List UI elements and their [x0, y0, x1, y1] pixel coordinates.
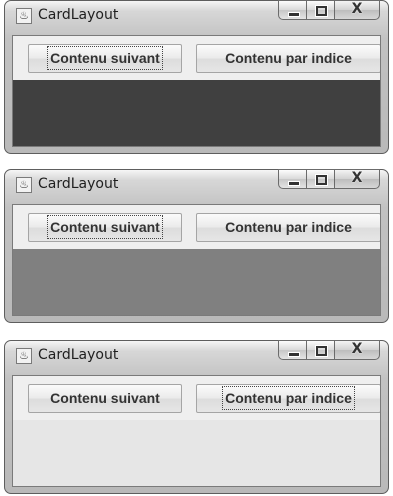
window-title: CardLayout	[38, 7, 119, 23]
next-content-button[interactable]: Contenu suivant	[28, 213, 182, 242]
maximize-icon	[316, 6, 327, 16]
content-by-index-button[interactable]: Contenu par indice	[196, 384, 380, 413]
content-by-index-button[interactable]: Contenu par indice	[196, 213, 380, 242]
next-content-button[interactable]: Contenu suivant	[28, 384, 182, 413]
cardlayout-window-1: ♨ CardLayout X Contenu suivant Contenu p…	[4, 0, 389, 154]
minimize-button[interactable]	[278, 0, 306, 20]
content-by-index-label: Contenu par indice	[222, 386, 355, 410]
window-title: CardLayout	[38, 176, 119, 192]
close-icon: X	[351, 170, 363, 186]
java-cup-icon[interactable]: ♨	[16, 177, 32, 193]
button-panel: Contenu suivant Contenu par indice	[13, 36, 380, 80]
minimize-button[interactable]	[278, 169, 306, 189]
close-button[interactable]: X	[334, 169, 380, 189]
next-content-label: Contenu suivant	[47, 46, 163, 70]
content-pane: Contenu suivant Contenu par indice	[12, 204, 381, 316]
cardlayout-window-2: ♨ CardLayout X Contenu suivant Contenu p…	[4, 169, 389, 323]
minimize-button[interactable]	[278, 340, 306, 360]
next-content-label: Contenu suivant	[50, 390, 160, 406]
maximize-button[interactable]	[306, 169, 334, 189]
next-content-button[interactable]: Contenu suivant	[28, 44, 182, 73]
maximize-button[interactable]	[306, 340, 334, 360]
caption-buttons: X	[278, 0, 380, 21]
close-button[interactable]: X	[334, 340, 380, 360]
close-button[interactable]: X	[334, 0, 380, 20]
maximize-icon	[316, 175, 327, 185]
title-bar[interactable]: ♨ CardLayout X	[5, 340, 388, 375]
minimize-icon	[288, 12, 300, 17]
window-title: CardLayout	[38, 347, 119, 363]
content-by-index-button[interactable]: Contenu par indice	[196, 44, 380, 73]
maximize-button[interactable]	[306, 0, 334, 20]
java-cup-icon[interactable]: ♨	[16, 8, 32, 24]
cardlayout-window-3: ♨ CardLayout X Contenu suivant Contenu p…	[4, 340, 389, 494]
caption-buttons: X	[278, 340, 380, 361]
title-bar[interactable]: ♨ CardLayout X	[5, 0, 388, 35]
title-bar[interactable]: ♨ CardLayout X	[5, 169, 388, 204]
content-pane: Contenu suivant Contenu par indice	[12, 35, 381, 147]
card-panel	[13, 80, 380, 146]
content-by-index-label: Contenu par indice	[225, 219, 352, 235]
button-panel: Contenu suivant Contenu par indice	[13, 205, 380, 249]
content-by-index-label: Contenu par indice	[225, 50, 352, 66]
next-content-label: Contenu suivant	[47, 215, 163, 239]
card-panel	[13, 249, 380, 315]
minimize-icon	[288, 352, 300, 357]
close-icon: X	[351, 341, 363, 357]
close-icon: X	[351, 1, 363, 17]
card-panel	[13, 420, 380, 486]
button-panel: Contenu suivant Contenu par indice	[13, 376, 380, 420]
minimize-icon	[288, 181, 300, 186]
content-pane: Contenu suivant Contenu par indice	[12, 375, 381, 487]
java-cup-icon[interactable]: ♨	[16, 348, 32, 364]
maximize-icon	[316, 346, 327, 356]
caption-buttons: X	[278, 169, 380, 190]
